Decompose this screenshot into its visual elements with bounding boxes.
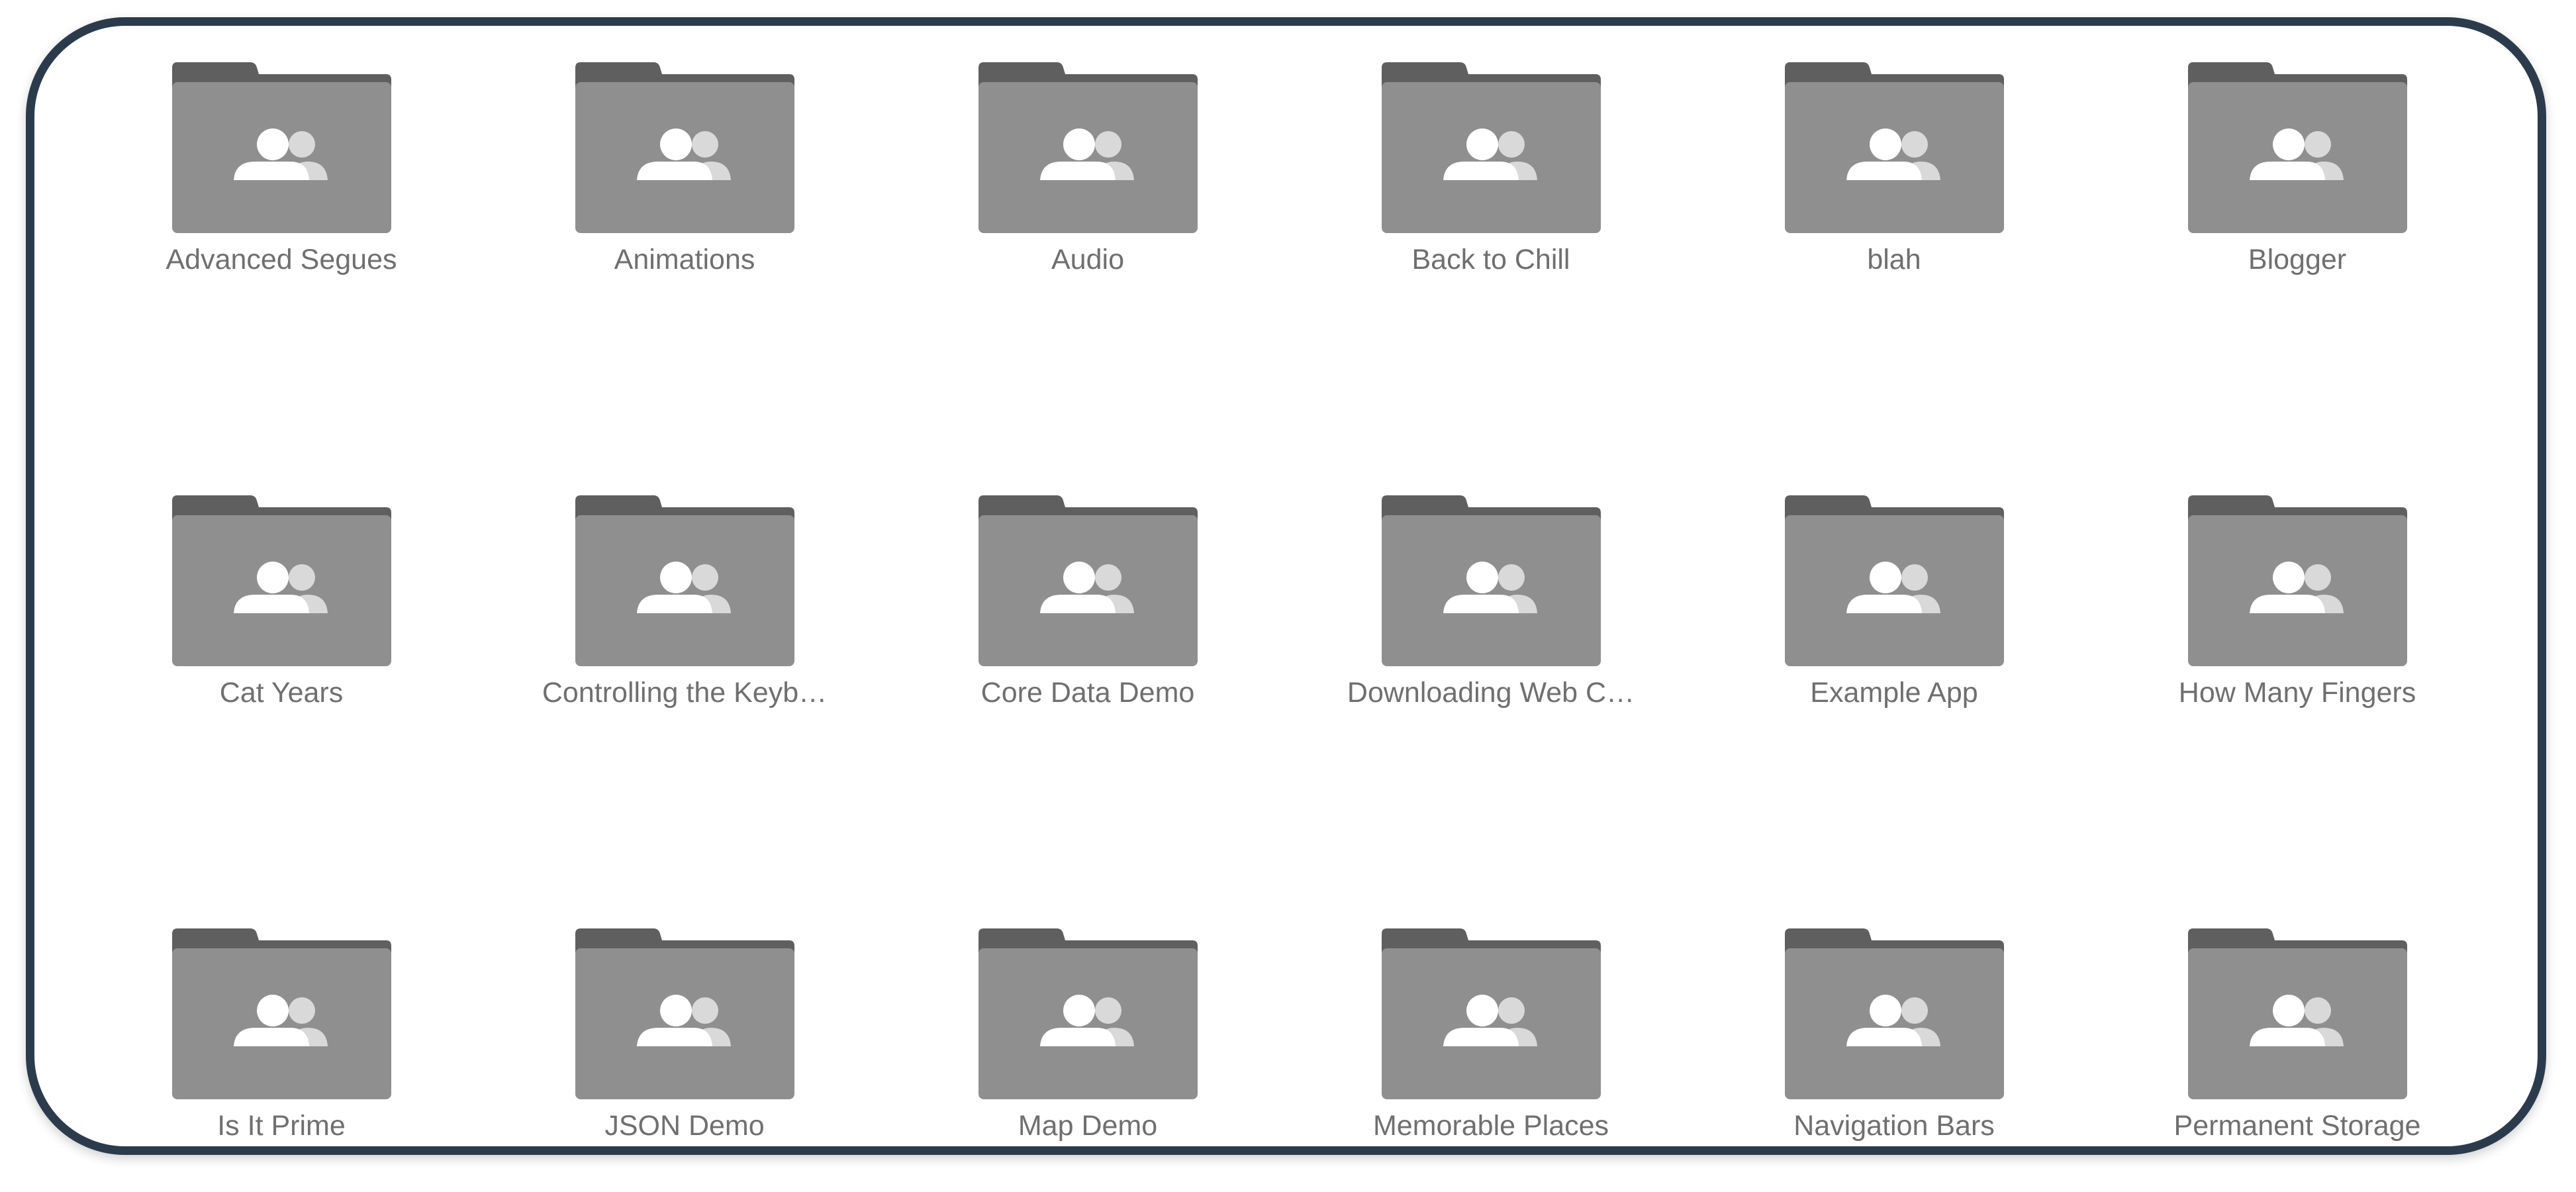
folder-item[interactable]: Navigation Bars (1735, 928, 2053, 1146)
shared-folder-icon (171, 928, 391, 1099)
folder-item[interactable]: How Many Fingers (2138, 495, 2456, 773)
folder-item[interactable]: Advanced Segues (122, 62, 440, 340)
folder-label: Audio (1051, 244, 1124, 275)
shared-folder-icon (978, 495, 1198, 666)
folder-item[interactable]: Memorable Places (1332, 928, 1650, 1146)
folder-item[interactable]: Cat Years (122, 495, 440, 773)
folder-label: Navigation Bars (1793, 1110, 1995, 1142)
folder-label: Is It Prime (217, 1110, 346, 1142)
shared-folder-icon (575, 62, 794, 233)
shared-folder-icon (575, 928, 794, 1099)
shared-folder-icon (1381, 62, 1601, 233)
folder-item[interactable]: Map Demo (929, 928, 1247, 1146)
folder-item[interactable]: Core Data Demo (929, 495, 1247, 773)
folder-label: blah (1867, 244, 1921, 275)
folder-label: Cat Years (219, 677, 344, 709)
folder-label: Back to Chill (1411, 244, 1570, 275)
folder-item[interactable]: Downloading Web C… (1332, 495, 1650, 773)
shared-folder-icon (2187, 62, 2407, 233)
folder-label: Downloading Web C… (1347, 677, 1635, 709)
folder-item[interactable]: Permanent Storage (2138, 928, 2456, 1146)
shared-folder-icon (2187, 928, 2407, 1099)
folder-item[interactable]: Controlling the Keyb… (526, 495, 843, 773)
shared-folder-icon (1784, 62, 2004, 233)
shared-folder-icon (171, 62, 391, 233)
folder-item[interactable]: blah (1735, 62, 2053, 340)
shared-folders-window: Advanced Segues Animations Audio Back to… (26, 17, 2546, 1155)
shared-folder-icon (1381, 495, 1601, 666)
shared-folder-icon (978, 928, 1198, 1099)
folder-item[interactable]: Audio (929, 62, 1247, 340)
folder-label: Permanent Storage (2173, 1110, 2421, 1142)
shared-folder-icon (978, 62, 1198, 233)
folder-label: Map Demo (1018, 1110, 1158, 1142)
folder-item[interactable]: Back to Chill (1332, 62, 1650, 340)
folder-item[interactable]: Example App (1735, 495, 2053, 773)
folder-label: How Many Fingers (2178, 677, 2416, 709)
shared-folder-icon (575, 495, 794, 666)
folder-label: Example App (1810, 677, 1978, 709)
shared-folder-icon (171, 495, 391, 666)
folder-label: Animations (614, 244, 755, 275)
folder-label: JSON Demo (604, 1110, 765, 1142)
shared-folder-icon (1784, 928, 2004, 1099)
folder-label: Controlling the Keyb… (542, 677, 828, 709)
folder-item[interactable]: JSON Demo (526, 928, 843, 1146)
folder-label: Advanced Segues (166, 244, 397, 275)
folder-label: Core Data Demo (980, 677, 1195, 709)
shared-folder-icon (1381, 928, 1601, 1099)
shared-folder-icon (2187, 495, 2407, 666)
shared-folder-icon (1784, 495, 2004, 666)
folder-item[interactable]: Blogger (2138, 62, 2456, 340)
folder-label: Memorable Places (1372, 1110, 1609, 1142)
folder-item[interactable]: Animations (526, 62, 843, 340)
folder-grid: Advanced Segues Animations Audio Back to… (34, 26, 2538, 1146)
folder-item[interactable]: Is It Prime (122, 928, 440, 1146)
folder-label: Blogger (2248, 244, 2347, 275)
